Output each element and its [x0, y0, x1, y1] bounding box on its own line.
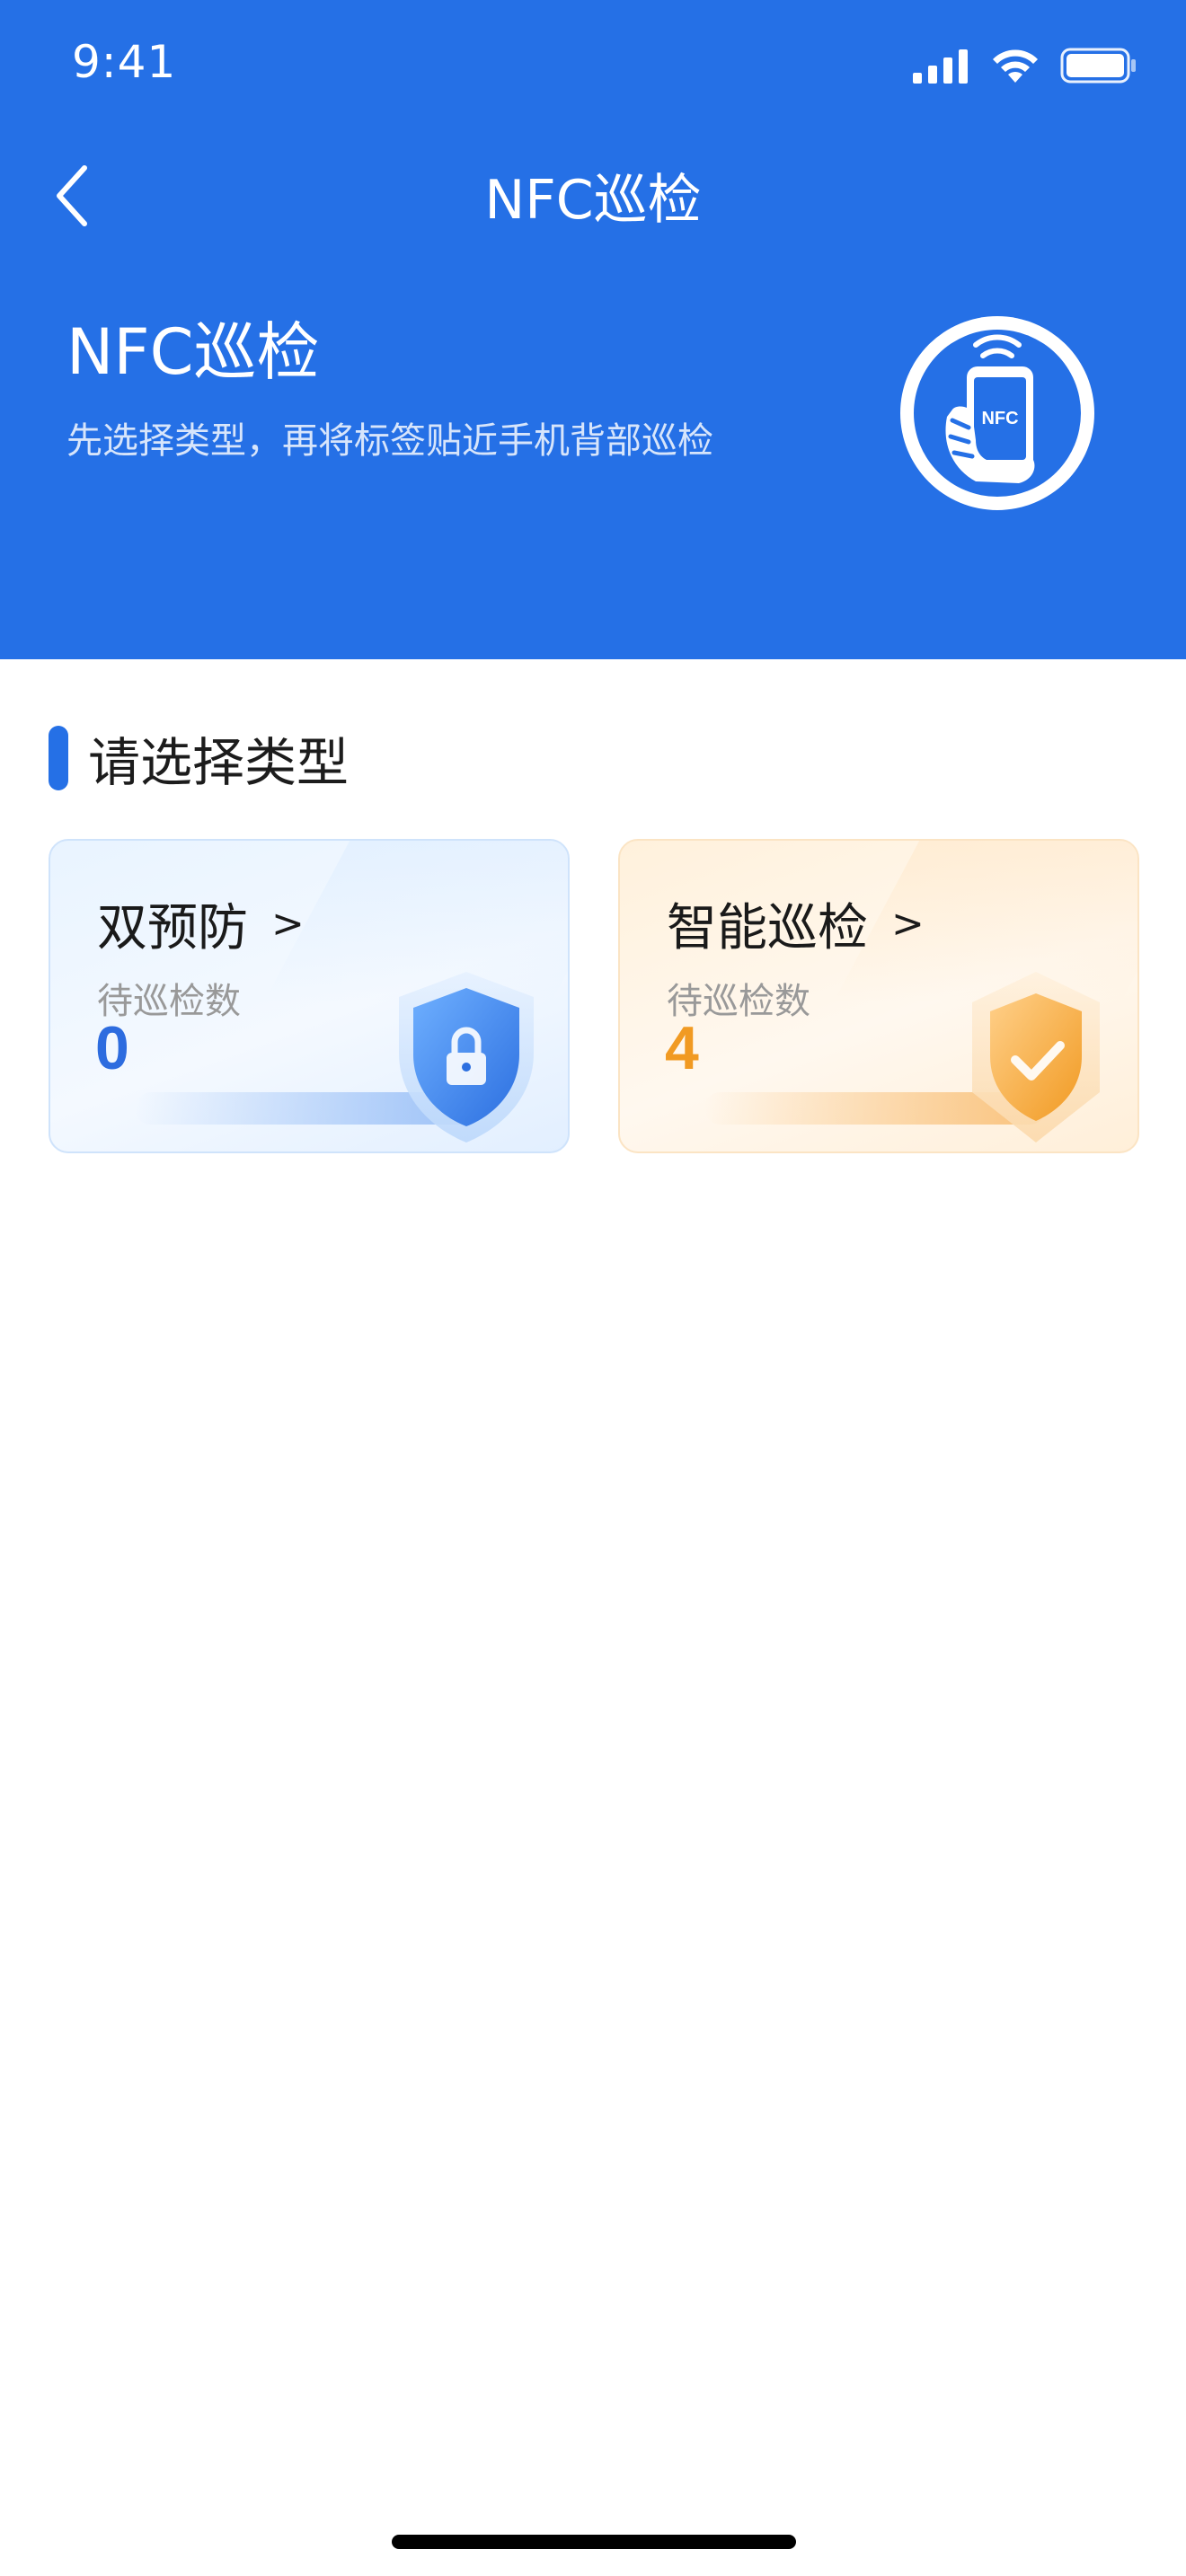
status-icons: [913, 47, 1137, 88]
card-title-row: 双预防 >: [97, 887, 305, 960]
wifi-icon: [990, 47, 1040, 88]
section-accent-bar: [49, 726, 68, 790]
card-title-row: 智能巡检 >: [667, 887, 925, 960]
section-heading: 请选择类型: [49, 720, 349, 796]
battery-icon: [1060, 47, 1137, 88]
chevron-right-icon: >: [891, 901, 925, 947]
nav-title: NFC巡检: [484, 169, 702, 232]
home-indicator[interactable]: [392, 2535, 796, 2549]
cellular-signal-icon: [913, 48, 970, 87]
header-banner: 9:41 NFC巡检 NFC巡检 先选择类型，再将标签贴近手机背部巡检 NFC: [0, 0, 1186, 659]
hero-title: NFC巡检: [66, 315, 320, 389]
section-title: 请选择类型: [88, 732, 350, 793]
hero-subtitle: 先选择类型，再将标签贴近手机背部巡检: [66, 420, 713, 462]
status-time: 9:41: [72, 36, 177, 88]
nfc-phone-icon: NFC: [893, 309, 1102, 517]
card-count: 0: [95, 1014, 129, 1082]
svg-text:NFC: NFC: [981, 409, 1018, 428]
chevron-right-icon: >: [271, 901, 305, 947]
shield-lock-icon: [390, 966, 543, 1146]
card-smart-inspection[interactable]: 智能巡检 > 待巡检数 4: [618, 839, 1139, 1153]
card-title: 双预防: [97, 899, 248, 957]
screen: 9:41 NFC巡检 NFC巡检 先选择类型，再将标签贴近手机背部巡检 NFC …: [0, 0, 1186, 2576]
shield-check-icon: [960, 966, 1112, 1146]
card-count: 4: [665, 1014, 699, 1082]
card-dual-prevention[interactable]: 双预防 > 待巡检数 0: [49, 839, 570, 1153]
card-title: 智能巡检: [667, 899, 868, 957]
